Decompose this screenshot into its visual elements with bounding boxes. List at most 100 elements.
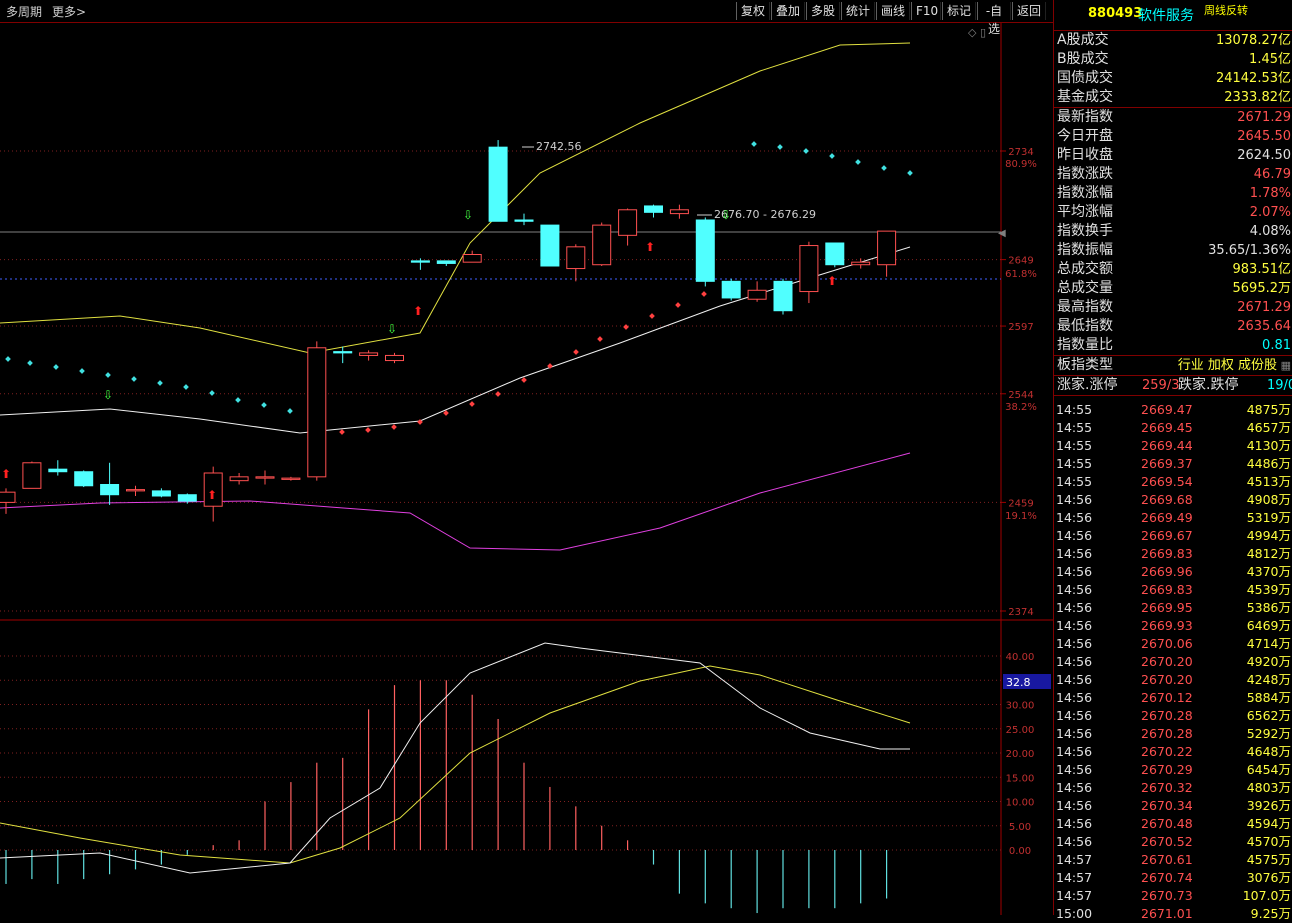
ind-tick-label: 10.00	[1006, 798, 1035, 809]
sar-dot	[907, 170, 913, 176]
tick-row: 14:55 2669.45 4657万	[1054, 419, 1292, 437]
tick-price: 2669.83	[1141, 546, 1193, 561]
kline-chart[interactable]: 2734 2649 2597 2544 2459 2374 80.9% 61.8% 38.2% 1…	[0, 23, 1053, 915]
stat-label: B股成交	[1057, 51, 1109, 67]
toolbar-button-6[interactable]: 标记	[942, 2, 976, 20]
index-code: 880493	[1088, 6, 1143, 21]
tick-price: 2669.49	[1141, 510, 1193, 525]
limit-up-value: 259/3	[1142, 378, 1180, 393]
tick-row: 14:56 2670.28 5292万	[1054, 725, 1292, 743]
quote-panel: 880493 软件服务 周线反转 A股成交 13078.27亿 B股成交 1.45亿国…	[1053, 0, 1292, 921]
stat-row: 指数涨幅 1.78%	[1054, 184, 1292, 203]
stat-label: 最高指数	[1057, 299, 1113, 315]
multi-period-tab[interactable]: 多周期	[6, 3, 42, 20]
tick-price: 2670.34	[1141, 798, 1193, 813]
sar-dot	[235, 397, 241, 403]
candle-body	[48, 468, 68, 473]
stat-row: 今日开盘 2645.50	[1054, 127, 1292, 146]
stat-label: 指数量比	[1057, 337, 1113, 353]
tick-price: 2669.37	[1141, 456, 1193, 471]
tick-volume: 4812万	[1246, 546, 1291, 561]
toolbar-button-2[interactable]: 多股	[806, 2, 840, 20]
grid-icon[interactable]: ▦	[1281, 356, 1291, 375]
candle-body	[151, 490, 171, 497]
tick-row: 14:55 2669.37 4486万	[1054, 455, 1292, 473]
pct-tick-label: 19.1%	[1005, 511, 1037, 522]
tick-volume: 6469万	[1246, 618, 1291, 633]
candle-body	[281, 477, 301, 480]
sell-arrow-icon: ⇩	[387, 322, 397, 336]
tick-row: 14:56 2670.34 3926万	[1054, 797, 1292, 815]
candle-body	[695, 219, 715, 282]
tick-price: 2669.93	[1141, 618, 1193, 633]
stat-label: 指数振幅	[1057, 242, 1113, 258]
candle-body	[255, 476, 275, 479]
stat-row: B股成交 1.45亿	[1054, 50, 1292, 69]
candle-body	[74, 471, 94, 487]
sar-dot	[751, 141, 757, 147]
tick-volume: 5386万	[1246, 600, 1291, 615]
tick-time: 14:56	[1056, 618, 1093, 633]
toolbar-button-3[interactable]: 统计	[841, 2, 875, 20]
sar-dot	[5, 356, 11, 362]
tick-row: 14:56 2669.93 6469万	[1054, 617, 1292, 635]
tick-volume: 4657万	[1246, 420, 1291, 435]
sar-dot	[701, 291, 707, 297]
tick-time: 14:55	[1056, 420, 1093, 435]
candle-body	[747, 289, 767, 300]
price-tick-label: 2734	[1008, 147, 1033, 158]
limit-down-value: 19/0	[1267, 378, 1292, 393]
price-tick-label: 2544	[1008, 390, 1033, 401]
sar-dot	[131, 376, 137, 382]
toolbar-button-1[interactable]: 叠加	[771, 2, 805, 20]
buy-arrow-icon: ⬆	[827, 274, 837, 288]
more-menu[interactable]: 更多>	[52, 3, 86, 20]
price-tick-label: 2374	[1008, 607, 1033, 618]
sar-dot	[79, 368, 85, 374]
ind-tick-label: 20.00	[1006, 749, 1035, 760]
candle-body	[488, 146, 508, 222]
tick-time: 14:56	[1056, 780, 1093, 795]
ind-line-slow	[0, 665, 911, 864]
stat-row: 指数振幅 35.65/1.36%	[1054, 241, 1292, 260]
stat-value: 2671.29	[1237, 110, 1291, 125]
stat-label: 总成交额	[1057, 261, 1113, 277]
tick-row: 14:56 2670.22 4648万	[1054, 743, 1292, 761]
tick-time: 14:57	[1056, 870, 1093, 885]
toolbar-button-5[interactable]: F10	[911, 2, 941, 20]
tick-time: 14:56	[1056, 672, 1093, 687]
sar-dot	[105, 372, 111, 378]
candle-body	[410, 260, 430, 263]
toolbar-button-0[interactable]: 复权	[736, 2, 770, 20]
tick-time: 14:56	[1056, 510, 1093, 525]
tick-row: 14:56 2669.67 4994万	[1054, 527, 1292, 545]
tick-price: 2670.74	[1141, 870, 1193, 885]
stat-value: 2635.64	[1237, 319, 1291, 334]
candle-body	[566, 246, 586, 270]
stat-row: 指数涨跌 46.79	[1054, 165, 1292, 184]
toolbar-button-8[interactable]: 返回	[1012, 2, 1046, 20]
limit-down-label: 跌家.跌停	[1178, 377, 1239, 393]
ind-tick-label: 15.00	[1006, 773, 1035, 784]
candle-body	[825, 242, 845, 266]
candle-body	[22, 462, 42, 489]
board-type-value[interactable]: 行业 加权 成份股	[1178, 356, 1277, 375]
sar-dot	[469, 401, 475, 407]
chart-toolbar: 多周期 更多> 复权 叠加 多股 统计 画线 F10 标记 -自选 返回	[0, 0, 1053, 36]
tick-volume: 4130万	[1246, 438, 1291, 453]
board-type-label: 板指类型	[1057, 357, 1113, 373]
tick-time: 14:55	[1056, 402, 1093, 417]
tick-row: 14:56 2670.52 4570万	[1054, 833, 1292, 851]
candle-body	[669, 209, 689, 215]
toolbar-button-4[interactable]: 画线	[876, 2, 910, 20]
tick-volume: 3926万	[1246, 798, 1291, 813]
candle-body	[359, 352, 379, 356]
ind-tick-label: 25.00	[1006, 725, 1035, 736]
stat-value: 5695.2万	[1232, 281, 1292, 296]
tick-time: 14:56	[1056, 762, 1093, 777]
tick-list[interactable]: 14:55 2669.47 4875万 14:55 2669.45 4657万 14:55 2…	[1054, 401, 1292, 923]
toolbar-button-7[interactable]: -自选	[977, 2, 1011, 36]
tick-row: 14:57 2670.73 107.0万	[1054, 887, 1292, 905]
ind-line-fast	[0, 642, 910, 874]
chart-mini-icons[interactable]: ◇ ▯	[968, 26, 986, 39]
